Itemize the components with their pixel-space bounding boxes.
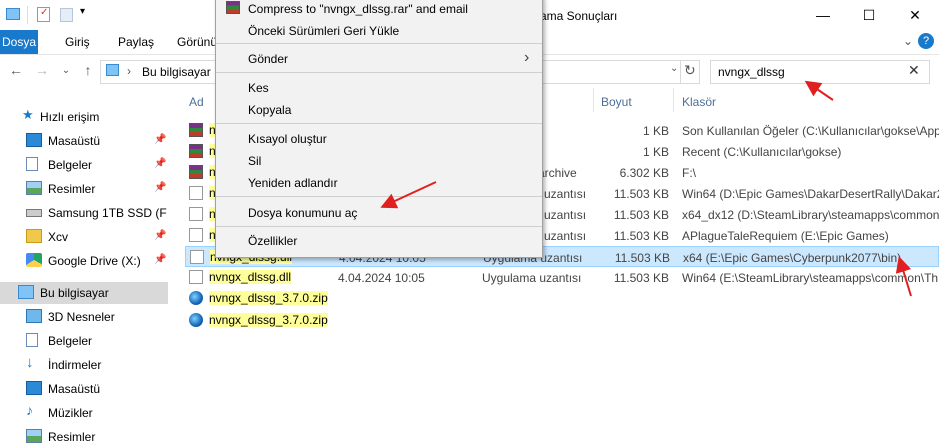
annotation-arrow-menu <box>380 181 437 209</box>
annotation-arrow-search <box>804 80 834 101</box>
annotation-arrow-folder <box>895 256 912 297</box>
annotation-arrows <box>380 80 912 297</box>
